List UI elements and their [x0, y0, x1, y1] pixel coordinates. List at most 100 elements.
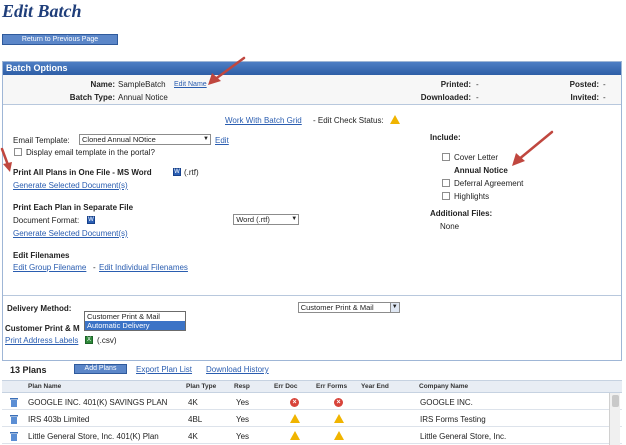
- generate-each-file-link[interactable]: Generate Selected Document(s): [13, 229, 128, 238]
- col-company-name[interactable]: Company Name: [419, 383, 468, 390]
- chevron-down-icon: ▼: [389, 303, 399, 312]
- delivery-method-label: Delivery Method:: [7, 304, 72, 313]
- delivery-method-options: Customer Print & Mail Automatic Delivery: [84, 311, 186, 331]
- additional-files-value: None: [440, 222, 460, 231]
- trash-icon[interactable]: [10, 431, 18, 441]
- warning-icon[interactable]: [334, 414, 344, 425]
- print-each-title: Print Each Plan in Separate File: [13, 203, 134, 212]
- cover-letter-label: Cover Letter: [454, 153, 499, 162]
- plan-type: 4BL: [188, 415, 203, 424]
- generate-one-file-link[interactable]: Generate Selected Document(s): [13, 181, 128, 190]
- scrollbar-thumb[interactable]: [612, 395, 619, 407]
- plan-type: 4K: [188, 398, 198, 407]
- highlights-checkbox[interactable]: [442, 192, 450, 200]
- plan-name: GOOGLE INC. 401(K) SAVINGS PLAN: [28, 398, 168, 407]
- col-err-forms[interactable]: Err Forms: [316, 383, 347, 390]
- cover-letter-checkbox[interactable]: [442, 153, 450, 161]
- chevron-down-icon: ▼: [203, 136, 209, 142]
- delivery-method-selected: Customer Print & Mail: [300, 303, 374, 312]
- plan-name: Little General Store, Inc. 401(K) Plan: [28, 432, 159, 441]
- posted-label: Posted:: [569, 80, 599, 89]
- trash-icon[interactable]: [10, 397, 18, 407]
- edit-name-link[interactable]: Edit Name: [174, 81, 207, 88]
- table-row[interactable]: IRS 403b Limited 4BL Yes IRS Forms Testi…: [2, 411, 622, 427]
- document-format-label: Document Format:: [13, 216, 80, 225]
- invited-value: -: [603, 93, 606, 102]
- filename-separator: -: [93, 263, 96, 272]
- edit-group-filename-link[interactable]: Edit Group Filename: [13, 263, 86, 272]
- additional-files-title: Additional Files:: [430, 209, 493, 218]
- excel-icon[interactable]: X: [85, 336, 93, 344]
- company-name: IRS Forms Testing: [420, 415, 486, 424]
- edit-email-template-link[interactable]: Edit: [215, 136, 229, 145]
- resp: Yes: [236, 415, 250, 424]
- batch-type-label: Batch Type:: [69, 93, 115, 102]
- delivery-method-select[interactable]: Customer Print & Mail ▼: [297, 302, 400, 313]
- name-label: Name:: [90, 80, 115, 89]
- trash-icon[interactable]: [10, 414, 18, 424]
- rtf-label: (.rtf): [184, 168, 199, 177]
- warning-icon[interactable]: [334, 431, 344, 442]
- export-plan-list-link[interactable]: Export Plan List: [136, 365, 192, 374]
- col-plan-type[interactable]: Plan Type: [186, 383, 216, 390]
- check-status-text: - Edit Check Status:: [313, 116, 384, 125]
- option-customer-print-mail[interactable]: Customer Print & Mail: [85, 312, 185, 321]
- display-template-label: Display email template in the portal?: [26, 148, 155, 157]
- deferral-agreement-checkbox[interactable]: [442, 179, 450, 187]
- col-err-doc[interactable]: Err Doc: [274, 383, 297, 390]
- edit-filenames-title: Edit Filenames: [13, 251, 70, 260]
- email-template-selected: Cloned Annual NOtice: [82, 135, 156, 144]
- word-icon[interactable]: W: [173, 168, 181, 176]
- document-format-selected: Word (.rtf): [236, 215, 270, 224]
- invited-label: Invited:: [570, 93, 599, 102]
- name-value: SampleBatch: [118, 80, 166, 89]
- col-plan-name[interactable]: Plan Name: [28, 383, 61, 390]
- table-scrollbar[interactable]: [609, 393, 620, 445]
- plan-name: IRS 403b Limited: [28, 415, 90, 424]
- error-icon[interactable]: ×: [334, 397, 343, 407]
- error-icon[interactable]: ×: [290, 397, 299, 407]
- download-history-link[interactable]: Download History: [206, 365, 269, 374]
- annual-notice-label: Annual Notice: [454, 166, 508, 175]
- warning-icon[interactable]: [290, 431, 300, 442]
- col-resp[interactable]: Resp: [234, 383, 250, 390]
- col-year-end[interactable]: Year End: [361, 383, 389, 390]
- csv-label: (.csv): [97, 336, 117, 345]
- company-name: GOOGLE INC.: [420, 398, 473, 407]
- include-title: Include:: [430, 133, 461, 142]
- panel-header: Batch Options: [3, 62, 621, 75]
- chevron-down-icon: ▼: [291, 216, 298, 222]
- table-header: Plan Name Plan Type Resp Err Doc Err For…: [2, 380, 622, 393]
- batch-summary: Name: SampleBatch Edit Name Batch Type: …: [3, 75, 621, 105]
- printed-value: -: [476, 80, 479, 89]
- deferral-agreement-label: Deferral Agreement: [454, 179, 524, 188]
- highlights-label: Highlights: [454, 192, 490, 201]
- warning-icon: [390, 115, 400, 126]
- printed-label: Printed:: [440, 80, 471, 89]
- page-title: Edit Batch: [2, 1, 82, 21]
- work-with-batch-grid-link[interactable]: Work With Batch Grid: [225, 116, 302, 125]
- plans-count: 13 Plans: [10, 365, 47, 375]
- plan-type: 4K: [188, 432, 198, 441]
- email-template-label: Email Template:: [13, 136, 70, 145]
- company-name: Little General Store, Inc.: [420, 432, 507, 441]
- print-address-labels-link[interactable]: Print Address Labels: [5, 336, 78, 345]
- word-icon: W: [87, 216, 95, 224]
- downloaded-value: -: [476, 93, 479, 102]
- customer-print-label: Customer Print & M: [5, 324, 80, 333]
- display-template-checkbox[interactable]: [14, 148, 22, 156]
- posted-value: -: [603, 80, 606, 89]
- warning-icon[interactable]: [290, 414, 300, 425]
- print-one-file-title: Print All Plans in One File - MS Word: [13, 168, 152, 177]
- table-row[interactable]: Little General Store, Inc. 401(K) Plan 4…: [2, 428, 622, 444]
- edit-individual-filenames-link[interactable]: Edit Individual Filenames: [99, 263, 188, 272]
- add-plans-button[interactable]: Add Plans: [74, 364, 127, 374]
- email-template-select[interactable]: Cloned Annual NOtice ▼: [79, 134, 211, 145]
- document-format-select[interactable]: Word (.rtf) ▼: [233, 214, 300, 225]
- return-button[interactable]: Return to Previous Page: [2, 34, 118, 45]
- table-row[interactable]: GOOGLE INC. 401(K) SAVINGS PLAN 4K Yes ×…: [2, 394, 622, 410]
- option-automatic-delivery[interactable]: Automatic Delivery: [85, 321, 185, 330]
- downloaded-label: Downloaded:: [420, 93, 471, 102]
- resp: Yes: [236, 398, 250, 407]
- section-divider: [3, 295, 621, 296]
